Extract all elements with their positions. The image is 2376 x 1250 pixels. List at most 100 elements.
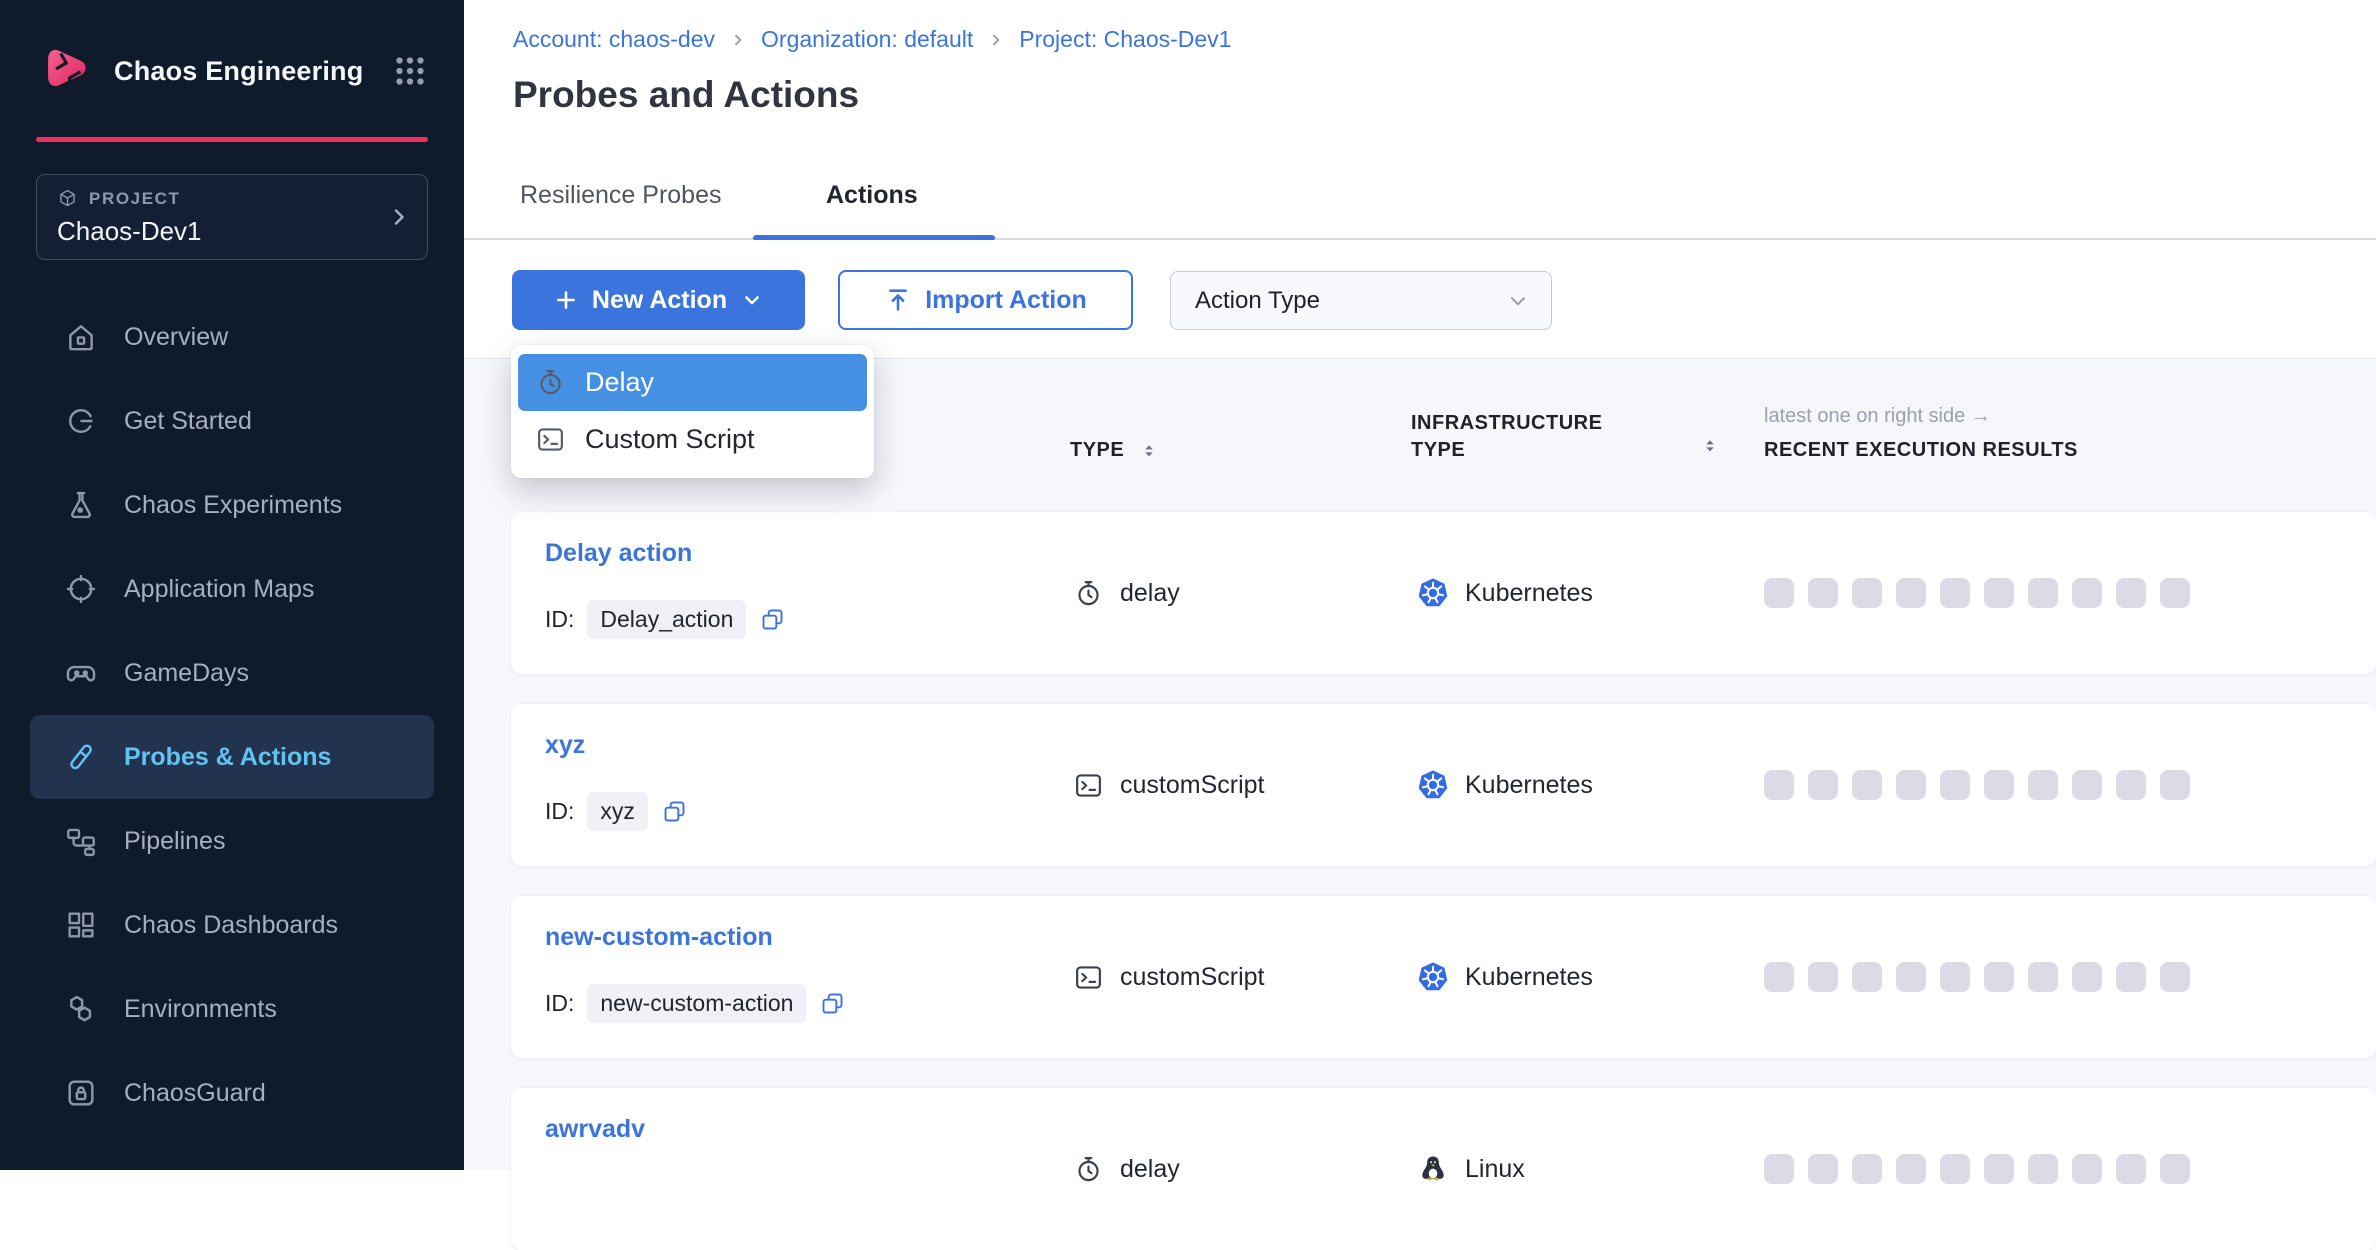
sidebar-header: Chaos Engineering xyxy=(0,0,464,100)
breadcrumb-project-link[interactable]: Project: Chaos-Dev1 xyxy=(1019,26,1231,53)
execution-result-placeholder xyxy=(1896,962,1926,992)
execution-result-placeholder xyxy=(2116,962,2146,992)
type-header-label: TYPE xyxy=(1070,439,1124,462)
execution-result-placeholder xyxy=(2028,578,2058,608)
import-action-label: Import Action xyxy=(925,286,1087,315)
sidebar-item-label: Probes & Actions xyxy=(124,743,331,772)
menu-item-custom-script[interactable]: Custom Script xyxy=(518,411,867,468)
tab-actions[interactable]: Actions xyxy=(826,181,918,210)
module-grid-icon[interactable] xyxy=(392,53,428,89)
execution-results xyxy=(1764,704,2190,866)
sidebar-nav: Overview Get Started Chaos Experiments Appl… xyxy=(0,295,464,1135)
sidebar-item-get-started[interactable]: Get Started xyxy=(30,379,434,463)
sort-icon[interactable] xyxy=(1139,441,1159,461)
plus-icon xyxy=(553,287,579,313)
sidebar-item-label: Pipelines xyxy=(124,827,225,856)
project-selector[interactable]: PROJECT Chaos-Dev1 xyxy=(36,174,428,260)
chevron-down-icon xyxy=(740,288,764,312)
sidebar-item-application-maps[interactable]: Application Maps xyxy=(30,547,434,631)
action-type-cell: delay xyxy=(1073,512,1180,674)
execution-result-placeholder xyxy=(2160,770,2190,800)
stopwatch-icon xyxy=(1073,578,1104,609)
sort-icon[interactable] xyxy=(1700,436,1720,456)
action-row-new-custom-action: new-custom-actionID:new-custom-actioncus… xyxy=(511,896,2376,1058)
execution-result-placeholder xyxy=(1984,578,2014,608)
action-name-link[interactable]: Delay action xyxy=(545,539,692,568)
copy-icon[interactable] xyxy=(819,990,846,1017)
gamepad-icon xyxy=(64,656,98,690)
linux-icon xyxy=(1417,1153,1449,1185)
copy-icon[interactable] xyxy=(759,606,786,633)
breadcrumb-account-link[interactable]: Account: chaos-dev xyxy=(513,26,715,53)
terminal-icon xyxy=(535,424,566,455)
harness-logo-icon xyxy=(36,42,94,100)
execution-result-placeholder xyxy=(1852,770,1882,800)
action-id-row: ID:Delay_action xyxy=(545,600,786,639)
execution-result-placeholder xyxy=(1940,770,1970,800)
execution-results xyxy=(1764,512,2190,674)
toolbar: New Action Import Action Action Type xyxy=(464,240,2376,358)
chevron-right-icon xyxy=(988,32,1004,48)
sidebar-item-label: Get Started xyxy=(124,407,252,436)
shield-lock-icon xyxy=(64,1076,98,1110)
sidebar-item-chaos-experiments[interactable]: Chaos Experiments xyxy=(30,463,434,547)
new-action-label: New Action xyxy=(592,286,727,315)
actions-table: TYPE INFRASTRUCTURE TYPE latest one on r… xyxy=(464,358,2376,1170)
action-type-value: customScript xyxy=(1120,771,1264,800)
tab-resilience-probes[interactable]: Resilience Probes xyxy=(520,181,722,210)
action-type-value: delay xyxy=(1120,1155,1180,1184)
menu-item-delay[interactable]: Delay xyxy=(518,354,867,411)
breadcrumb-org-link[interactable]: Organization: default xyxy=(761,26,973,53)
execution-result-placeholder xyxy=(1940,1154,1970,1184)
main-content: Account: chaos-dev Organization: default… xyxy=(464,0,2376,1170)
environments-icon xyxy=(64,992,98,1026)
stopwatch-icon xyxy=(535,367,566,398)
action-name-link[interactable]: awrvadv xyxy=(545,1115,645,1144)
sidebar-item-probes-actions[interactable]: Probes & Actions xyxy=(30,715,434,799)
chevron-right-icon xyxy=(730,32,746,48)
sidebar-item-label: GameDays xyxy=(124,659,249,688)
page-title: Probes and Actions xyxy=(513,74,859,116)
new-action-button[interactable]: New Action xyxy=(512,270,805,330)
get-started-icon xyxy=(64,404,98,438)
action-type-cell: delay xyxy=(1073,1088,1180,1250)
dashboard-icon xyxy=(64,908,98,942)
column-header-type: TYPE xyxy=(1070,439,1159,462)
execution-result-placeholder xyxy=(1896,578,1926,608)
execution-result-placeholder xyxy=(2072,770,2102,800)
action-name-link[interactable]: xyz xyxy=(545,731,585,760)
execution-result-placeholder xyxy=(1984,770,2014,800)
action-row-xyz: xyzID:xyzcustomScriptKubernetes xyxy=(511,704,2376,866)
sidebar-item-label: ChaosGuard xyxy=(124,1079,266,1108)
action-row-delay-action: Delay actionID:Delay_actiondelayKubernet… xyxy=(511,512,2376,674)
action-type-filter[interactable]: Action Type xyxy=(1170,271,1552,330)
test-tube-icon xyxy=(64,740,98,774)
import-action-button[interactable]: Import Action xyxy=(838,270,1133,330)
sidebar-item-overview[interactable]: Overview xyxy=(30,295,434,379)
action-id-value: new-custom-action xyxy=(587,984,806,1023)
action-id-row: ID:new-custom-action xyxy=(545,984,846,1023)
id-label: ID: xyxy=(545,606,574,633)
stopwatch-icon xyxy=(1073,1154,1104,1185)
sidebar-item-label: Chaos Experiments xyxy=(124,491,342,520)
action-type-value: customScript xyxy=(1120,963,1264,992)
execution-result-placeholder xyxy=(1764,578,1794,608)
action-name-link[interactable]: new-custom-action xyxy=(545,923,773,952)
sidebar-item-chaosguard[interactable]: ChaosGuard xyxy=(30,1051,434,1135)
infrastructure-type-cell: Linux xyxy=(1417,1088,1525,1250)
execution-result-placeholder xyxy=(2028,962,2058,992)
execution-result-placeholder xyxy=(1984,1154,2014,1184)
execution-result-placeholder xyxy=(1808,578,1838,608)
copy-icon[interactable] xyxy=(661,798,688,825)
execution-result-placeholder xyxy=(2028,1154,2058,1184)
execution-result-placeholder xyxy=(2072,1154,2102,1184)
sidebar-item-pipelines[interactable]: Pipelines xyxy=(30,799,434,883)
sidebar-item-environments[interactable]: Environments xyxy=(30,967,434,1051)
sidebar-item-chaos-dashboards[interactable]: Chaos Dashboards xyxy=(30,883,434,967)
sidebar-item-gamedays[interactable]: GameDays xyxy=(30,631,434,715)
execution-result-placeholder xyxy=(2116,770,2146,800)
execution-results xyxy=(1764,896,2190,1058)
action-type-filter-label: Action Type xyxy=(1195,287,1320,315)
execution-result-placeholder xyxy=(2160,962,2190,992)
kubernetes-icon xyxy=(1417,769,1449,801)
